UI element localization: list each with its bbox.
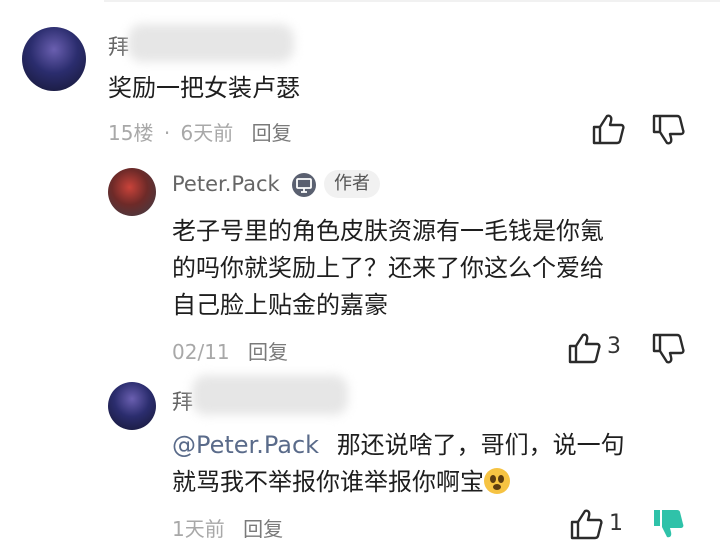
- comment-text: 老子号里的角色皮肤资源有一毛钱是你氪 的吗你就奖励上了？还来了你这么个爱给 自己…: [172, 213, 604, 324]
- computer-badge-icon: [292, 173, 316, 197]
- astonished-emoji-icon: [484, 468, 510, 494]
- blurred-username: [192, 375, 348, 415]
- comment-line: 自己脸上贴金的嘉豪: [172, 291, 388, 319]
- comment-text-line: 那还说啥了，哥们，说一句: [336, 431, 625, 459]
- comment-meta: 1天前 回复: [172, 513, 283, 542]
- avatar[interactable]: [108, 382, 156, 430]
- comment-meta: 15楼 · 6天前 回复: [108, 117, 292, 146]
- username[interactable]: 拜: [108, 31, 129, 61]
- blurred-username: [128, 24, 294, 62]
- username[interactable]: 拜: [172, 386, 193, 416]
- comment-text-line: 就骂我不举报你谁举报你啊宝: [172, 468, 484, 496]
- comment-line: 就骂我不举报你谁举报你啊宝: [172, 464, 625, 501]
- timestamp: 6天前: [180, 121, 234, 145]
- username[interactable]: Peter.Pack: [172, 172, 280, 196]
- timestamp: 1天前: [172, 517, 225, 541]
- like-count: 3: [607, 334, 621, 359]
- comment-line: 的吗你就奖励上了？还来了你这么个爱给: [172, 254, 604, 282]
- author-badge: 作者: [324, 170, 380, 198]
- avatar[interactable]: [22, 27, 86, 91]
- like-count: 1: [609, 511, 623, 536]
- thumbs-up-icon[interactable]: [568, 332, 602, 364]
- thumbs-down-icon[interactable]: [652, 333, 686, 365]
- comment-line: 老子号里的角色皮肤资源有一毛钱是你氪: [172, 217, 604, 245]
- comment-text: 奖励一把女装卢瑟: [108, 74, 300, 102]
- mention-link[interactable]: @Peter.Pack: [172, 431, 319, 459]
- floor-number: 15楼: [108, 121, 154, 145]
- reply-button[interactable]: 回复: [248, 340, 288, 364]
- comment-text: @Peter.Pack 那还说啥了，哥们，说一句 就骂我不举报你谁举报你啊宝: [172, 427, 625, 501]
- divider: [104, 0, 720, 2]
- thumbs-down-filled-icon[interactable]: [652, 508, 686, 541]
- separator: ·: [163, 121, 171, 145]
- timestamp: 02/11: [172, 340, 230, 364]
- comment-meta: 02/11 回复: [172, 336, 288, 365]
- thumbs-up-icon[interactable]: [570, 508, 604, 540]
- thumbs-down-icon[interactable]: [652, 114, 686, 146]
- reply-button[interactable]: 回复: [243, 517, 283, 541]
- comment-line: @Peter.Pack 那还说啥了，哥们，说一句: [172, 427, 625, 464]
- thumbs-up-icon[interactable]: [592, 113, 626, 145]
- avatar[interactable]: [108, 168, 156, 216]
- reply-button[interactable]: 回复: [252, 121, 292, 145]
